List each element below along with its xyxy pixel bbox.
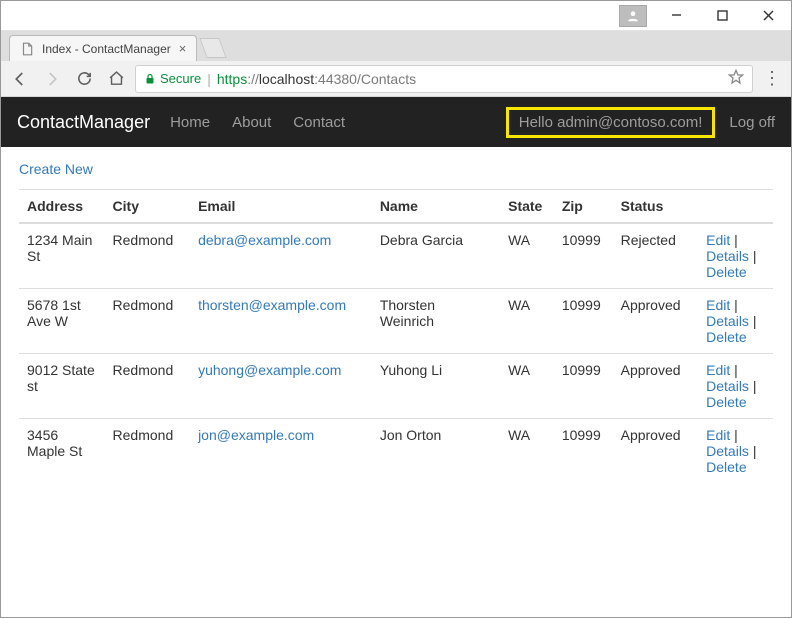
- email-link[interactable]: yuhong@example.com: [198, 362, 341, 378]
- edit-link[interactable]: Edit: [706, 232, 730, 248]
- url-scheme: https: [217, 71, 247, 87]
- brand-link[interactable]: ContactManager: [17, 112, 150, 133]
- secure-indicator: Secure: [144, 71, 201, 86]
- cell-status: Approved: [613, 354, 699, 419]
- edit-link[interactable]: Edit: [706, 362, 730, 378]
- cell-status: Approved: [613, 289, 699, 354]
- details-link[interactable]: Details: [706, 378, 749, 394]
- tab-close-icon[interactable]: ×: [179, 41, 187, 56]
- delete-link[interactable]: Delete: [706, 459, 746, 475]
- cell-actions: Edit | Details | Delete: [698, 223, 773, 289]
- lock-icon: [144, 73, 156, 85]
- email-link[interactable]: thorsten@example.com: [198, 297, 346, 313]
- page-content: Create New Address City Email Name State…: [1, 147, 791, 493]
- cell-name: Thorsten Weinrich: [372, 289, 500, 354]
- nav-contact[interactable]: Contact: [293, 114, 345, 131]
- browser-tabstrip: Index - ContactManager ×: [1, 31, 791, 61]
- nav-about[interactable]: About: [232, 114, 271, 131]
- cell-address: 9012 State st: [19, 354, 105, 419]
- user-account-icon[interactable]: [619, 5, 647, 27]
- logoff-link[interactable]: Log off: [729, 114, 775, 131]
- content-scroll[interactable]: Create New Address City Email Name State…: [1, 147, 791, 619]
- cell-name: Jon Orton: [372, 419, 500, 484]
- cell-zip: 10999: [554, 419, 613, 484]
- contacts-table: Address City Email Name State Zip Status…: [19, 189, 773, 483]
- details-link[interactable]: Details: [706, 443, 749, 459]
- edit-link[interactable]: Edit: [706, 297, 730, 313]
- cell-address: 5678 1st Ave W: [19, 289, 105, 354]
- tab-title: Index - ContactManager: [42, 42, 171, 56]
- details-link[interactable]: Details: [706, 313, 749, 329]
- secure-label: Secure: [160, 71, 201, 86]
- nav-home[interactable]: Home: [170, 114, 210, 131]
- cell-zip: 10999: [554, 223, 613, 289]
- url-host: localhost: [259, 71, 314, 87]
- cell-state: WA: [500, 354, 554, 419]
- address-bar[interactable]: Secure | https://localhost:44380/Contact…: [135, 65, 753, 93]
- col-state: State: [500, 190, 554, 224]
- cell-zip: 10999: [554, 354, 613, 419]
- col-address: Address: [19, 190, 105, 224]
- cell-name: Debra Garcia: [372, 223, 500, 289]
- cell-address: 3456 Maple St: [19, 419, 105, 484]
- window-minimize-button[interactable]: [653, 1, 699, 31]
- cell-state: WA: [500, 419, 554, 484]
- table-header-row: Address City Email Name State Zip Status: [19, 190, 773, 224]
- cell-email: yuhong@example.com: [190, 354, 372, 419]
- cell-name: Yuhong Li: [372, 354, 500, 419]
- cell-city: Redmond: [105, 289, 191, 354]
- cell-state: WA: [500, 223, 554, 289]
- new-tab-button[interactable]: [200, 38, 227, 58]
- window-maximize-button[interactable]: [699, 1, 745, 31]
- reload-button[interactable]: [71, 66, 97, 92]
- delete-link[interactable]: Delete: [706, 329, 746, 345]
- browser-tab[interactable]: Index - ContactManager ×: [9, 35, 197, 61]
- cell-city: Redmond: [105, 419, 191, 484]
- table-row: 1234 Main StRedmond debra@example.com Debr…: [19, 223, 773, 289]
- cell-zip: 10999: [554, 289, 613, 354]
- col-zip: Zip: [554, 190, 613, 224]
- cell-actions: Edit | Details | Delete: [698, 354, 773, 419]
- cell-status: Rejected: [613, 223, 699, 289]
- browser-menu-icon[interactable]: ⋮: [759, 68, 785, 89]
- col-email: Email: [190, 190, 372, 224]
- col-actions: [698, 190, 773, 224]
- table-row: 3456 Maple StRedmond jon@example.com Jon O…: [19, 419, 773, 484]
- col-city: City: [105, 190, 191, 224]
- home-button[interactable]: [103, 66, 129, 92]
- browser-toolbar: Secure | https://localhost:44380/Contact…: [1, 61, 791, 97]
- create-new-link[interactable]: Create New: [19, 161, 93, 177]
- email-link[interactable]: jon@example.com: [198, 427, 314, 443]
- forward-button: [39, 66, 65, 92]
- bookmark-star-icon[interactable]: [728, 69, 744, 88]
- cell-email: debra@example.com: [190, 223, 372, 289]
- url-sep1: ://: [247, 71, 259, 87]
- col-status: Status: [613, 190, 699, 224]
- cell-address: 1234 Main St: [19, 223, 105, 289]
- cell-city: Redmond: [105, 223, 191, 289]
- cell-email: thorsten@example.com: [190, 289, 372, 354]
- page-icon: [20, 42, 34, 56]
- url-sep: |: [207, 71, 211, 87]
- app-navbar: ContactManager Home About Contact Hello …: [1, 97, 791, 147]
- url-rest: :44380/Contacts: [314, 71, 416, 87]
- cell-status: Approved: [613, 419, 699, 484]
- details-link[interactable]: Details: [706, 248, 749, 264]
- cell-city: Redmond: [105, 354, 191, 419]
- window-titlebar: [1, 1, 791, 31]
- back-button[interactable]: [7, 66, 33, 92]
- user-greeting[interactable]: Hello admin@contoso.com!: [506, 107, 716, 138]
- cell-state: WA: [500, 289, 554, 354]
- email-link[interactable]: debra@example.com: [198, 232, 331, 248]
- delete-link[interactable]: Delete: [706, 264, 746, 280]
- edit-link[interactable]: Edit: [706, 427, 730, 443]
- cell-actions: Edit | Details | Delete: [698, 419, 773, 484]
- cell-email: jon@example.com: [190, 419, 372, 484]
- window-close-button[interactable]: [745, 1, 791, 31]
- col-name: Name: [372, 190, 500, 224]
- cell-actions: Edit | Details | Delete: [698, 289, 773, 354]
- table-row: 5678 1st Ave WRedmond thorsten@example.co…: [19, 289, 773, 354]
- table-row: 9012 State stRedmond yuhong@example.com Yu…: [19, 354, 773, 419]
- delete-link[interactable]: Delete: [706, 394, 746, 410]
